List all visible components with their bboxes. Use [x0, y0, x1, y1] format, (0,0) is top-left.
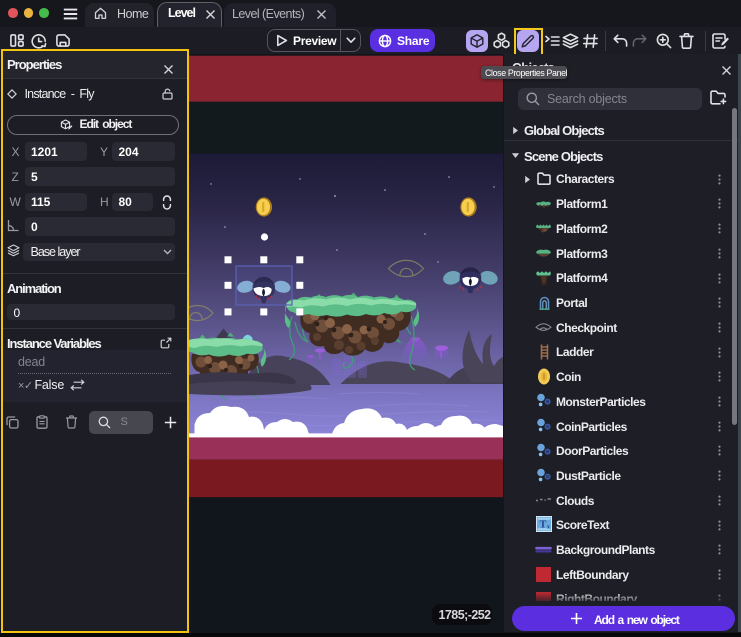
svg-text:T: T	[540, 520, 547, 531]
svg-text:x: x	[547, 524, 550, 530]
